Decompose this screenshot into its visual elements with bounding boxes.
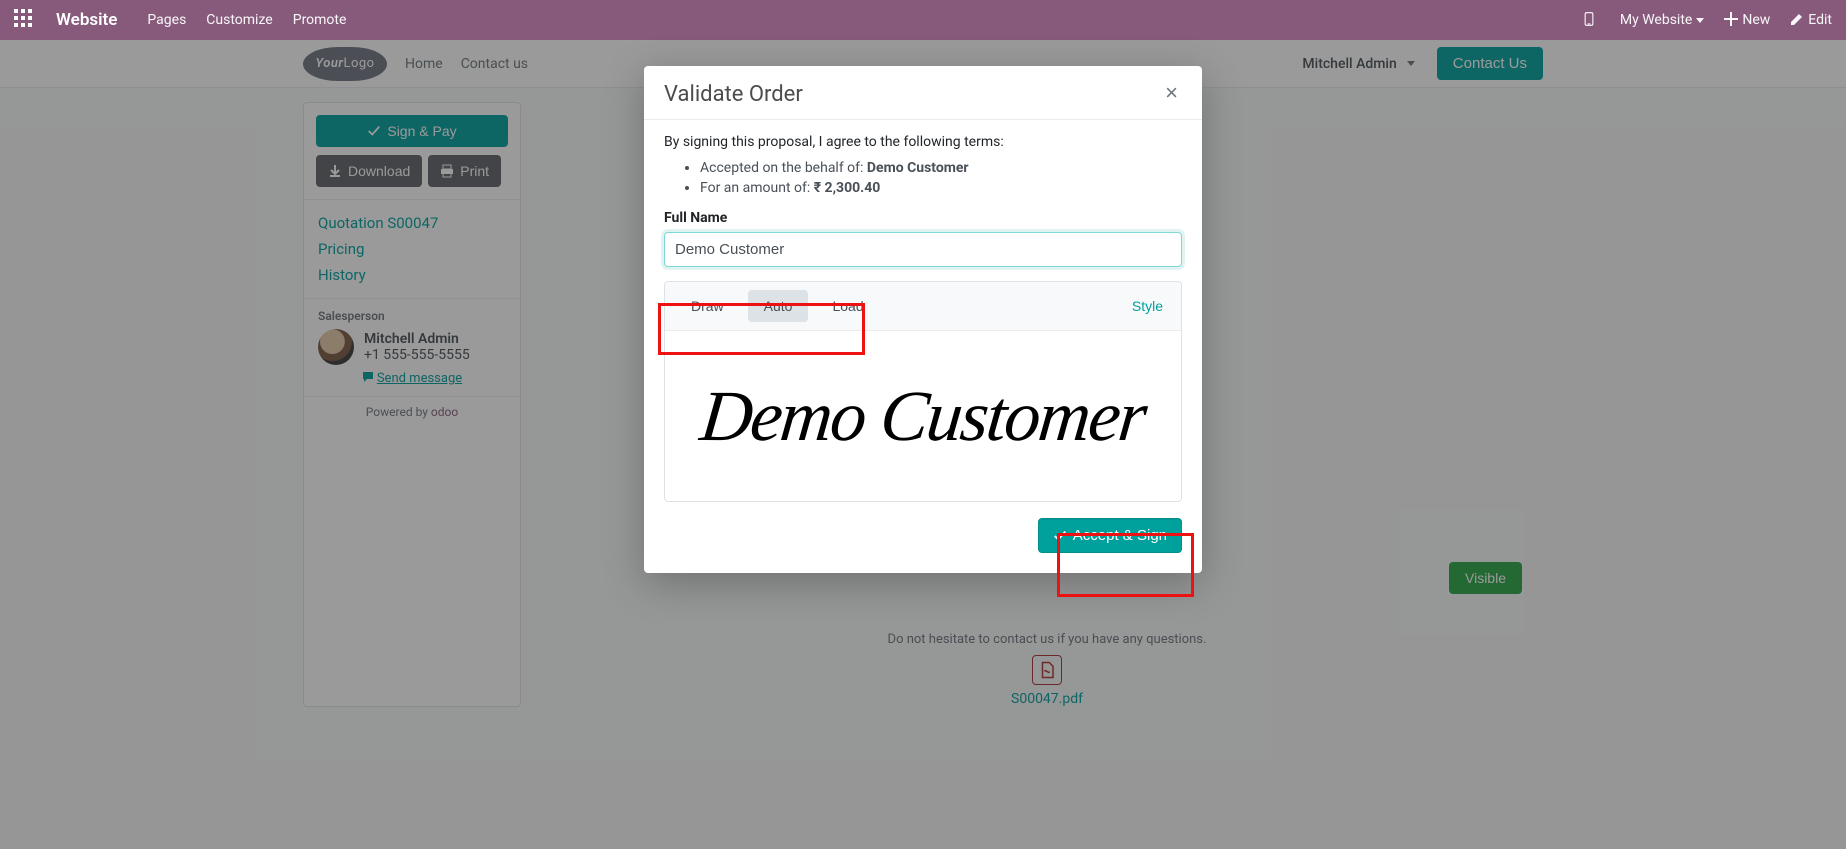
tab-auto[interactable]: Auto [748, 290, 809, 322]
apps-icon[interactable] [14, 9, 32, 31]
tab-draw[interactable]: Draw [675, 290, 740, 322]
signature-canvas[interactable]: Demo Customer [665, 331, 1181, 501]
full-name-label: Full Name [664, 210, 1182, 226]
term-behalf: Accepted on the behalf of: Demo Customer [700, 160, 1182, 176]
signature-preview: Demo Customer [697, 380, 1149, 452]
my-website-dropdown[interactable]: My Website [1620, 12, 1704, 28]
app-name: Website [56, 10, 117, 30]
edit-button[interactable]: Edit [1790, 12, 1832, 28]
term-amount: For an amount of: ₹ 2,300.40 [700, 180, 1182, 196]
tab-load[interactable]: Load [816, 290, 879, 322]
nav-pages[interactable]: Pages [147, 12, 186, 28]
validate-order-modal: Validate Order × By signing this proposa… [644, 66, 1202, 573]
modal-title: Validate Order [664, 82, 803, 107]
signature-panel: Draw Auto Load Style Demo Customer [664, 281, 1182, 502]
full-name-input[interactable] [664, 232, 1182, 267]
nav-customize[interactable]: Customize [206, 12, 272, 28]
app-topbar: Website Pages Customize Promote My Websi… [0, 0, 1846, 40]
signature-style-button[interactable]: Style [1132, 298, 1171, 314]
nav-promote[interactable]: Promote [293, 12, 347, 28]
close-icon[interactable]: × [1161, 82, 1182, 104]
terms-intro: By signing this proposal, I agree to the… [664, 134, 1182, 150]
new-button[interactable]: New [1724, 12, 1770, 28]
accept-and-sign-button[interactable]: Accept & Sign [1038, 518, 1182, 553]
mobile-preview-icon[interactable] [1582, 12, 1600, 28]
